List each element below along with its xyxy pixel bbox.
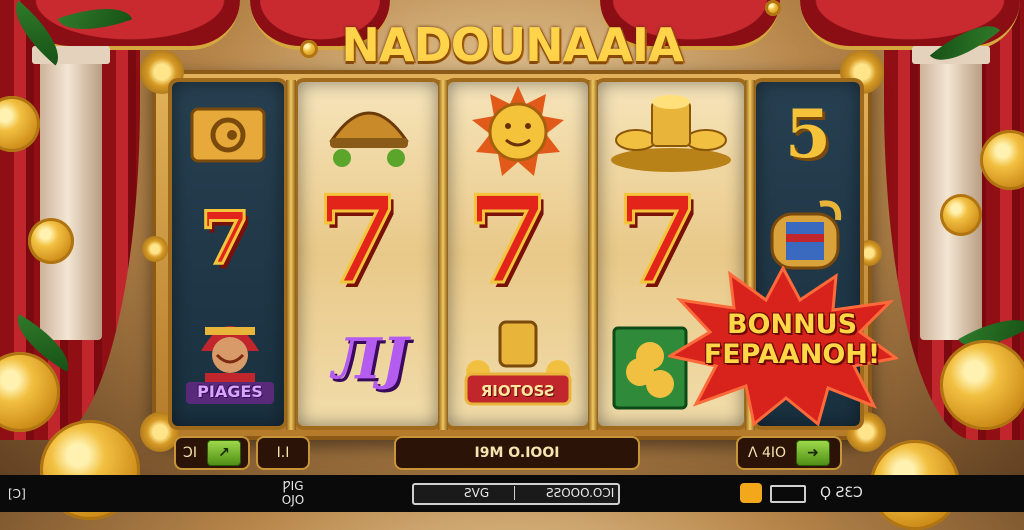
seven-symbol: 7 (198, 195, 251, 280)
spin-button[interactable]: ➜ (796, 440, 831, 466)
bottom-left-label: [Ɔ] (8, 487, 26, 501)
reel-5-symbol-five: 5 (785, 95, 831, 173)
progress-left-label: ƧVG (464, 486, 490, 500)
reel-3-label: ЯIOTOSƧ (480, 382, 556, 400)
left-control[interactable]: ƆI ↗ (174, 436, 250, 470)
bottom-stack: ǷIG OJO (278, 479, 308, 507)
bonus-line-2: FEPAANOH! (703, 339, 881, 370)
bottom-stack-top: ǷIG (282, 479, 304, 493)
reel-divider (588, 80, 598, 430)
left-control-label: ƆI (183, 445, 197, 461)
coin-decoration (300, 40, 318, 58)
reel-2-symbol-label: ЛЈ (331, 326, 408, 392)
sun-face-symbol (470, 84, 566, 180)
progress-right-label: ƧƧOOO.OƆI (546, 486, 615, 500)
bottom-stack-bottom: OJO (281, 493, 305, 507)
right-control-label: Λ 4IO (747, 445, 787, 461)
coin-stack-icon (611, 95, 731, 172)
scroll-symbol (188, 100, 268, 170)
side-ornament (142, 236, 168, 262)
coin-decoration (765, 0, 781, 16)
bottom-right-label: Ϙ ƧƐƆ (820, 485, 863, 501)
seven-symbol: 7 (465, 170, 551, 311)
bonus-banner: BONNUS FEPAANOH! (692, 310, 892, 370)
line-display: I.I (256, 436, 310, 470)
coin-icon[interactable] (740, 483, 762, 503)
left-pillar (32, 46, 110, 340)
coin-decoration (28, 218, 74, 264)
bonus-line-1: BONNUS (726, 309, 858, 340)
reel-divider (438, 80, 448, 430)
bottom-bar: [Ɔ] ǷIG OJO ƧVG ƧƧOOO.OƆI Ϙ ƧƐƆ (0, 475, 1024, 512)
reel-1-label: PIAGES (186, 382, 274, 404)
coin-decoration (940, 194, 982, 236)
scroll-icon (190, 107, 266, 163)
progress-divider (514, 486, 515, 500)
heroine-icon (201, 326, 259, 385)
game-title: NADOUNAAIA (341, 18, 683, 72)
seven-symbol: 7 (315, 170, 401, 311)
helmet-icon (329, 111, 409, 167)
coin-stack-symbol (606, 86, 736, 176)
center-display: I9M O.IOOI (394, 436, 640, 470)
reel-divider (286, 80, 296, 430)
coin-decoration (940, 340, 1024, 430)
heroine-symbol (192, 310, 268, 386)
battery-icon (770, 485, 806, 503)
left-arrow-button[interactable]: ↗ (206, 440, 241, 466)
progress-bar[interactable]: ƧVG ƧƧOOO.OƆI (412, 483, 620, 505)
right-control[interactable]: Λ 4IO ➜ (736, 436, 842, 470)
sun-face-icon (472, 86, 564, 176)
helmet-symbol (322, 92, 416, 172)
